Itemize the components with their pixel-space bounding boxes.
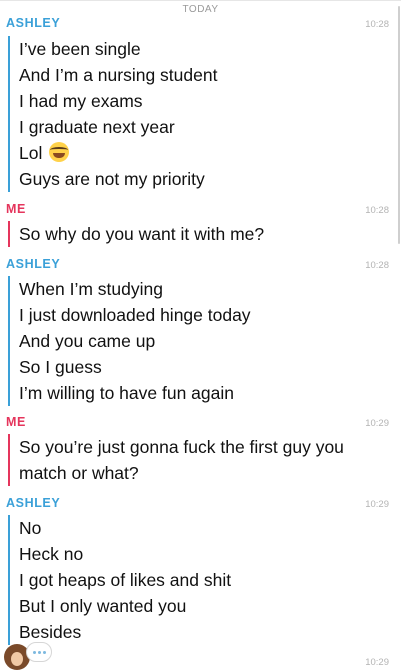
top-divider bbox=[0, 0, 401, 1]
day-label: TODAY bbox=[182, 4, 219, 15]
message-timestamp: 10:29 bbox=[365, 657, 389, 668]
message-line[interactable]: No bbox=[19, 515, 387, 541]
sender-label-me: ME bbox=[6, 202, 26, 216]
face-with-tears-of-joy-icon bbox=[49, 142, 70, 162]
message-line-with-emoji[interactable]: Lol bbox=[19, 140, 387, 166]
message-line[interactable]: But I only wanted you bbox=[19, 593, 387, 619]
message-line[interactable]: So you’re just gonna fuck the first guy … bbox=[19, 434, 387, 486]
message-timestamp: 10:29 bbox=[365, 499, 389, 510]
sender-label-ashley: ASHLEY bbox=[6, 16, 61, 30]
typing-dot bbox=[32, 650, 36, 654]
typing-bubble-icon bbox=[26, 642, 52, 662]
message-line[interactable]: Heck no bbox=[19, 541, 387, 567]
message-line[interactable]: When I’m studying bbox=[19, 276, 387, 302]
message-line[interactable]: So why do you want it with me? bbox=[19, 221, 387, 247]
scrollbar[interactable] bbox=[398, 6, 400, 244]
typing-dot bbox=[42, 650, 46, 654]
message-group-me: So why do you want it with me? bbox=[8, 221, 387, 247]
message-line[interactable]: I just downloaded hinge today bbox=[19, 302, 387, 328]
sender-label-ashley: ASHLEY bbox=[6, 257, 61, 271]
message-line[interactable]: And I’m a nursing student bbox=[19, 62, 387, 88]
message-line[interactable]: I graduate next year bbox=[19, 114, 387, 140]
message-line[interactable]: Guys are not my priority bbox=[19, 166, 387, 192]
message-line[interactable]: And you came up bbox=[19, 328, 387, 354]
message-timestamp: 10:29 bbox=[365, 418, 389, 429]
message-line[interactable]: Besides bbox=[19, 619, 387, 645]
message-group-ashley: When I’m studying I just downloaded hing… bbox=[8, 276, 387, 406]
message-group-me: So you’re just gonna fuck the first guy … bbox=[8, 434, 387, 486]
typing-dot bbox=[37, 650, 41, 654]
message-line[interactable]: I got heaps of likes and shit bbox=[19, 567, 387, 593]
message-line[interactable]: I’ve been single bbox=[19, 36, 387, 62]
message-line[interactable]: I’m willing to have fun again bbox=[19, 380, 387, 406]
message-timestamp: 10:28 bbox=[365, 19, 389, 30]
sender-label-me: ME bbox=[6, 415, 26, 429]
message-line[interactable]: I had my exams bbox=[19, 88, 387, 114]
message-timestamp: 10:28 bbox=[365, 205, 389, 216]
sender-label-ashley: ASHLEY bbox=[6, 496, 61, 510]
message-group-ashley: No Heck no I got heaps of likes and shit… bbox=[8, 515, 387, 645]
message-timestamp: 10:28 bbox=[365, 260, 389, 271]
message-text: Lol bbox=[19, 143, 43, 163]
message-group-ashley: I’ve been single And I’m a nursing stude… bbox=[8, 36, 387, 192]
message-line[interactable]: So I guess bbox=[19, 354, 387, 380]
